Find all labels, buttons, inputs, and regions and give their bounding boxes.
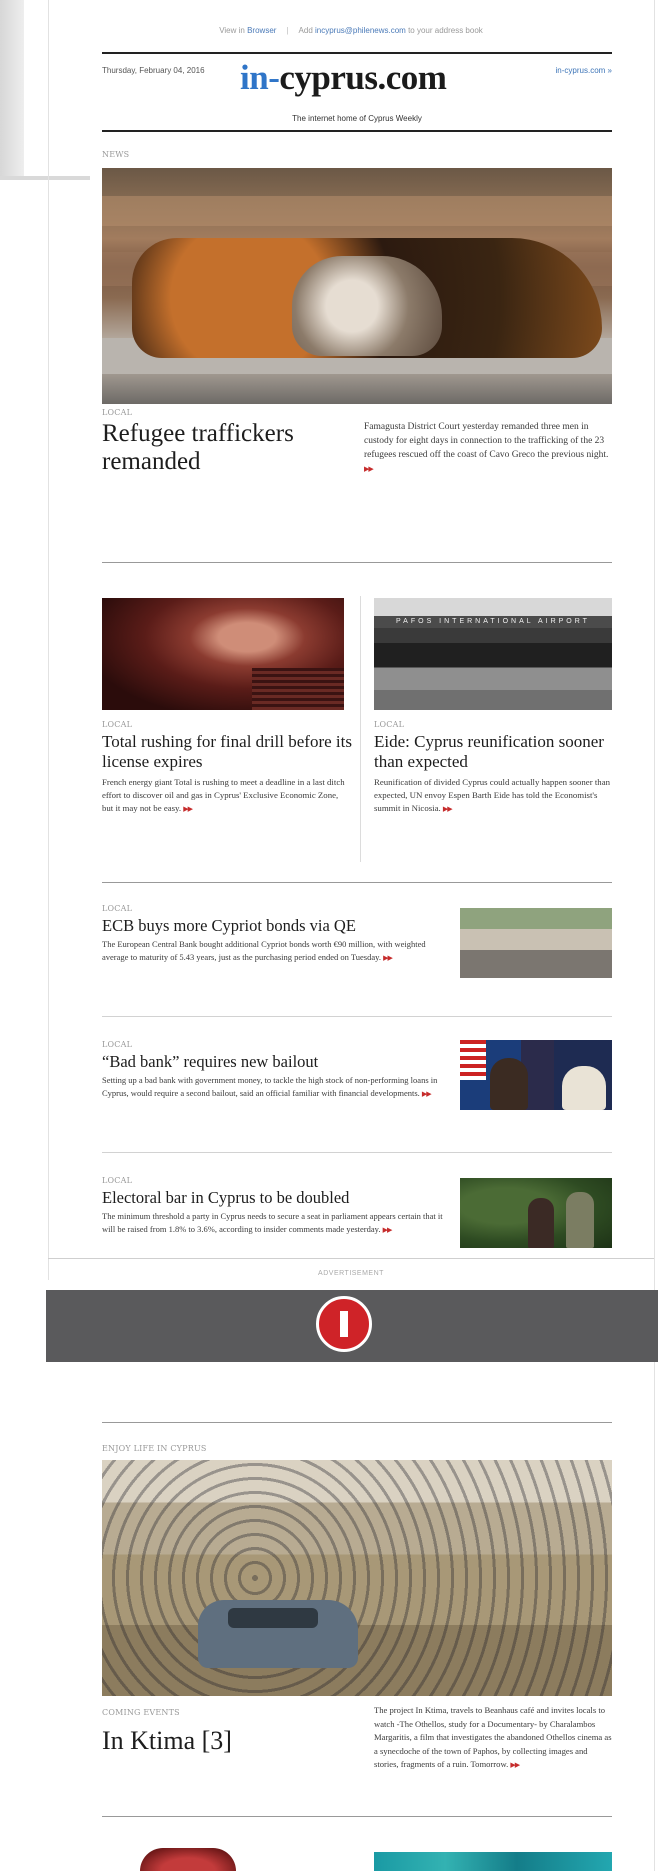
bad-bank-story-image[interactable]	[460, 1040, 612, 1110]
masthead-top-rule	[102, 52, 612, 54]
read-more-arrow-icon[interactable]: ▶▶	[183, 805, 193, 813]
row-summary-text: Setting up a bad bank with government mo…	[102, 1075, 438, 1098]
row-summary: The minimum threshold a party in Cyprus …	[102, 1210, 452, 1237]
page-border-right	[654, 0, 655, 1871]
person-figure	[528, 1198, 554, 1248]
row-summary-text: The minimum threshold a party in Cyprus …	[102, 1211, 443, 1234]
col-right-kicker: LOCAL	[374, 720, 405, 729]
flag-graphic	[460, 1040, 486, 1080]
site-link[interactable]: in-cyprus.com »	[520, 66, 612, 75]
row-kicker: LOCAL	[102, 1176, 133, 1185]
car-figure	[198, 1600, 358, 1668]
col-left-summary: French energy giant Total is rushing to …	[102, 776, 346, 816]
event-image[interactable]	[102, 1460, 612, 1696]
event-headline[interactable]: In Ktima [3]	[102, 1726, 232, 1756]
add-prefix: Add	[298, 26, 313, 35]
image-detail	[252, 668, 344, 710]
car-window	[228, 1608, 318, 1628]
masthead-bottom-rule	[102, 130, 612, 132]
row-kicker: LOCAL	[102, 904, 133, 913]
row-summary: The European Central Bank bought additio…	[102, 938, 452, 965]
row-kicker: LOCAL	[102, 1040, 133, 1049]
person-figure	[562, 1066, 606, 1110]
col-right-summary: Reunification of divided Cyprus could ac…	[374, 776, 612, 816]
read-more-arrow-icon[interactable]: ▶▶	[383, 954, 393, 962]
ad-divider	[48, 1258, 654, 1259]
next-story-image[interactable]	[374, 1852, 612, 1871]
section-divider	[102, 562, 612, 563]
cat-figure	[292, 256, 442, 356]
column-divider	[360, 596, 361, 862]
logo-rest: cyprus.com	[279, 58, 447, 97]
section-divider	[102, 1422, 612, 1423]
eide-story-image[interactable]: PAFOS INTERNATIONAL AIRPORT	[374, 598, 612, 710]
issue-date: Thursday, February 04, 2016	[102, 66, 205, 75]
preheader: View in Browser | Add incyprus@philenews…	[48, 26, 654, 35]
event-summary: The project In Ktima, travels to Beanhau…	[374, 1704, 612, 1773]
view-in-browser-link[interactable]: Browser	[247, 26, 276, 35]
preheader-separator: |	[286, 26, 289, 35]
read-more-arrow-icon[interactable]: ▶▶	[422, 1090, 432, 1098]
airport-sign: PAFOS INTERNATIONAL AIRPORT	[374, 616, 612, 628]
person-figure	[566, 1192, 594, 1248]
ecb-story-image[interactable]	[460, 908, 612, 978]
background-panel	[0, 0, 24, 180]
advertiser-logo-icon[interactable]	[316, 1296, 372, 1352]
electoral-story-image[interactable]	[460, 1178, 612, 1248]
section-label-news: NEWS	[102, 150, 130, 159]
read-more-arrow-icon[interactable]: ▶▶	[510, 1761, 520, 1769]
event-kicker: COMING EVENTS	[102, 1708, 180, 1717]
person-figure	[490, 1058, 528, 1110]
tagline: The internet home of Cyprus Weekly	[292, 114, 422, 123]
next-story-image[interactable]	[140, 1848, 236, 1871]
address-book-email-link[interactable]: incyprus@philenews.com	[315, 26, 406, 35]
row-divider	[102, 1016, 612, 1017]
page-border-left	[48, 0, 49, 1280]
lead-summary-text: Famagusta District Court yesterday reman…	[364, 422, 609, 460]
lead-kicker: LOCAL	[102, 408, 133, 417]
row-headline[interactable]: ECB buys more Cypriot bonds via QE	[102, 916, 452, 936]
row-headline[interactable]: Electoral bar in Cyprus to be doubled	[102, 1188, 452, 1208]
bench-board	[102, 196, 612, 226]
view-prefix: View in	[219, 26, 245, 35]
col-left-summary-text: French energy giant Total is rushing to …	[102, 777, 345, 813]
row-headline[interactable]: “Bad bank” requires new bailout	[102, 1052, 452, 1072]
section-divider	[102, 1816, 612, 1817]
event-summary-text: The project In Ktima, travels to Beanhau…	[374, 1705, 612, 1769]
lead-summary: Famagusta District Court yesterday reman…	[364, 420, 612, 476]
add-suffix: to your address book	[408, 26, 483, 35]
row-summary: Setting up a bad bank with government mo…	[102, 1074, 452, 1101]
col-right-summary-text: Reunification of divided Cyprus could ac…	[374, 777, 610, 813]
section-divider	[102, 882, 612, 883]
row-divider	[102, 1152, 612, 1153]
col-left-headline[interactable]: Total rushing for final drill before its…	[102, 732, 352, 772]
section-label-enjoy: ENJOY LIFE IN CYPRUS	[102, 1444, 207, 1453]
lead-story-image[interactable]	[102, 168, 612, 404]
lead-headline[interactable]: Refugee traffickers remanded	[102, 420, 332, 476]
site-logo[interactable]: in-cyprus.com	[240, 58, 447, 98]
background-divider	[0, 176, 90, 180]
total-story-image[interactable]	[102, 598, 344, 710]
col-right-headline[interactable]: Eide: Cyprus reunification sooner than e…	[374, 732, 614, 772]
row-summary-text: The European Central Bank bought additio…	[102, 939, 426, 962]
read-more-arrow-icon[interactable]: ▶▶	[383, 1226, 393, 1234]
logo-in: in-	[240, 58, 280, 97]
col-left-kicker: LOCAL	[102, 720, 133, 729]
read-more-arrow-icon[interactable]: ▶▶	[364, 465, 374, 473]
logo-bar	[340, 1311, 348, 1337]
read-more-arrow-icon[interactable]: ▶▶	[443, 805, 453, 813]
advertisement-label: ADVERTISEMENT	[318, 1270, 384, 1277]
